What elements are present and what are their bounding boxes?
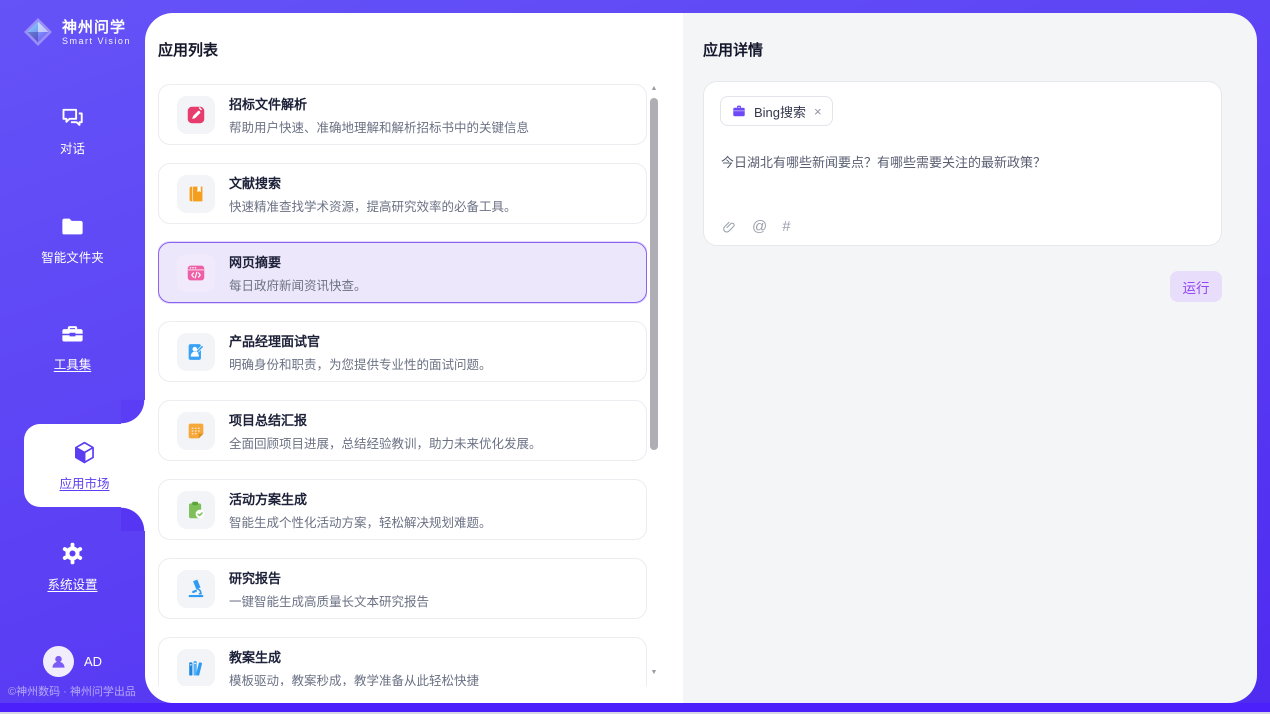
app-card-产品经理面试官[interactable]: 产品经理面试官明确身份和职责，为您提供专业性的面试问题。: [158, 321, 647, 382]
query-text-input[interactable]: 今日湖北有哪些新闻要点？有哪些需要关注的最新政策？: [721, 152, 1205, 171]
copyright-text: ©神州数码 · 神州问学出品: [8, 683, 136, 699]
browser-icon: [185, 262, 207, 284]
main-container: 应用列表 招标文件解析帮助用户快速、准确地理解和解析招标书中的关键信息文献搜索快…: [145, 13, 1257, 703]
app-name: 教案生成: [229, 647, 479, 666]
avatar[interactable]: [43, 646, 74, 677]
app-icon-tile: [177, 570, 215, 608]
at-icon[interactable]: @: [752, 218, 767, 235]
sidebar-item-系统设置[interactable]: 系统设置: [0, 540, 145, 593]
app-window: 神州问学 Smart Vision 对话智能文件夹工具集应用市场系统设置 AD …: [0, 0, 1270, 714]
person-icon: [49, 652, 68, 671]
app-icon-tile: [177, 649, 215, 687]
app-description: 智能生成个性化活动方案，轻松解决规划难题。: [229, 512, 492, 531]
cube-icon: [71, 439, 98, 466]
scroll-up-arrow-icon[interactable]: ▲: [649, 84, 659, 94]
tool-tag-bing-search[interactable]: Bing搜索 ×: [720, 96, 833, 126]
user-name: AD: [84, 654, 102, 669]
app-description: 每日政府新闻资讯快查。: [229, 275, 367, 294]
toolbox-icon: [59, 320, 86, 347]
app-name: 项目总结汇报: [229, 410, 542, 429]
scroll-down-arrow-icon[interactable]: ▼: [649, 668, 659, 678]
pen-square-icon: [185, 104, 207, 126]
query-input-card[interactable]: Bing搜索 × 今日湖北有哪些新闻要点？有哪些需要关注的最新政策？ @#: [703, 81, 1222, 246]
brand-subtitle: Smart Vision: [62, 36, 131, 46]
app-card-招标文件解析[interactable]: 招标文件解析帮助用户快速、准确地理解和解析招标书中的关键信息: [158, 84, 647, 145]
briefcase-icon: [731, 103, 747, 119]
app-description: 帮助用户快速、准确地理解和解析招标书中的关键信息: [229, 117, 529, 136]
app-card-活动方案生成[interactable]: 活动方案生成智能生成个性化活动方案，轻松解决规划难题。: [158, 479, 647, 540]
scrollbar-thumb[interactable]: [650, 98, 658, 450]
app-card-项目总结汇报[interactable]: 项目总结汇报全面回顾项目进展，总结经验教训，助力未来优化发展。: [158, 400, 647, 461]
app-icon-tile: [177, 333, 215, 371]
sidebar-item-label: 应用市场: [59, 473, 109, 492]
folder-icon: [59, 213, 86, 240]
sidebar-item-label: 对话: [60, 138, 85, 157]
sidebar-item-应用市场[interactable]: 应用市场: [24, 424, 145, 507]
app-description: 一键智能生成高质量长文本研究报告: [229, 591, 429, 610]
app-card-教案生成[interactable]: 教案生成模板驱动，教案秒成，教学准备从此轻松快捷: [158, 637, 647, 686]
tag-close-icon[interactable]: ×: [813, 105, 823, 118]
app-card-研究报告[interactable]: 研究报告一键智能生成高质量长文本研究报告: [158, 558, 647, 619]
app-icon-tile: [177, 412, 215, 450]
note-icon: [185, 420, 207, 442]
attachment-toolbar: @#: [721, 218, 791, 235]
sidebar-item-工具集[interactable]: 工具集: [0, 320, 145, 373]
sidebar-item-智能文件夹[interactable]: 智能文件夹: [0, 213, 145, 266]
microscope-icon: [185, 578, 207, 600]
run-button[interactable]: 运行: [1170, 271, 1222, 302]
gear-icon: [59, 540, 86, 567]
sidebar-item-对话[interactable]: 对话: [0, 104, 145, 157]
app-icon-tile: [177, 96, 215, 134]
app-description: 模板驱动，教案秒成，教学准备从此轻松快捷: [229, 670, 479, 687]
app-list-title: 应用列表: [158, 39, 218, 60]
sidebar-item-label: 系统设置: [47, 574, 97, 593]
app-name: 文献搜索: [229, 173, 517, 192]
app-description: 快速精准查找学术资源，提高研究效率的必备工具。: [229, 196, 517, 215]
paperclip-icon[interactable]: [721, 219, 737, 235]
app-name: 产品经理面试官: [229, 331, 492, 350]
sidebar-item-label: 智能文件夹: [41, 247, 104, 266]
chat-icon: [59, 104, 86, 131]
app-description: 明确身份和职责，为您提供专业性的面试问题。: [229, 354, 492, 373]
brand-name: 神州问学: [62, 19, 131, 36]
app-name: 研究报告: [229, 568, 429, 587]
app-list-panel: 应用列表 招标文件解析帮助用户快速、准确地理解和解析招标书中的关键信息文献搜索快…: [145, 13, 683, 703]
brand-diamond-icon: [22, 16, 54, 48]
clipboard-icon: [185, 499, 207, 521]
tool-tag-label: Bing搜索: [754, 102, 806, 121]
brand-logo: 神州问学 Smart Vision: [22, 16, 131, 48]
interviewer-icon: [185, 341, 207, 363]
app-detail-panel: 应用详情 Bing搜索 × 今日湖北有哪些新闻要点？有哪些需要关注的最新政策？ …: [683, 13, 1257, 703]
list-scrollbar[interactable]: ▲ ▼: [649, 84, 659, 686]
app-name: 网页摘要: [229, 252, 367, 271]
app-name: 招标文件解析: [229, 94, 529, 113]
user-menu[interactable]: AD: [0, 646, 145, 677]
books-icon: [185, 657, 207, 679]
app-description: 全面回顾项目进展，总结经验教训，助力未来优化发展。: [229, 433, 542, 452]
app-card-文献搜索[interactable]: 文献搜索快速精准查找学术资源，提高研究效率的必备工具。: [158, 163, 647, 224]
app-icon-tile: [177, 254, 215, 292]
book-icon: [185, 183, 207, 205]
sidebar: 神州问学 Smart Vision 对话智能文件夹工具集应用市场系统设置 AD …: [0, 0, 145, 703]
app-card-网页摘要[interactable]: 网页摘要每日政府新闻资讯快查。: [158, 242, 647, 303]
app-icon-tile: [177, 175, 215, 213]
app-detail-title: 应用详情: [703, 39, 763, 60]
app-card-list: 招标文件解析帮助用户快速、准确地理解和解析招标书中的关键信息文献搜索快速精准查找…: [158, 84, 647, 686]
app-name: 活动方案生成: [229, 489, 492, 508]
sidebar-item-label: 工具集: [54, 354, 92, 373]
hash-icon[interactable]: #: [782, 218, 790, 235]
bottom-accent-strip: [0, 703, 1270, 712]
app-icon-tile: [177, 491, 215, 529]
